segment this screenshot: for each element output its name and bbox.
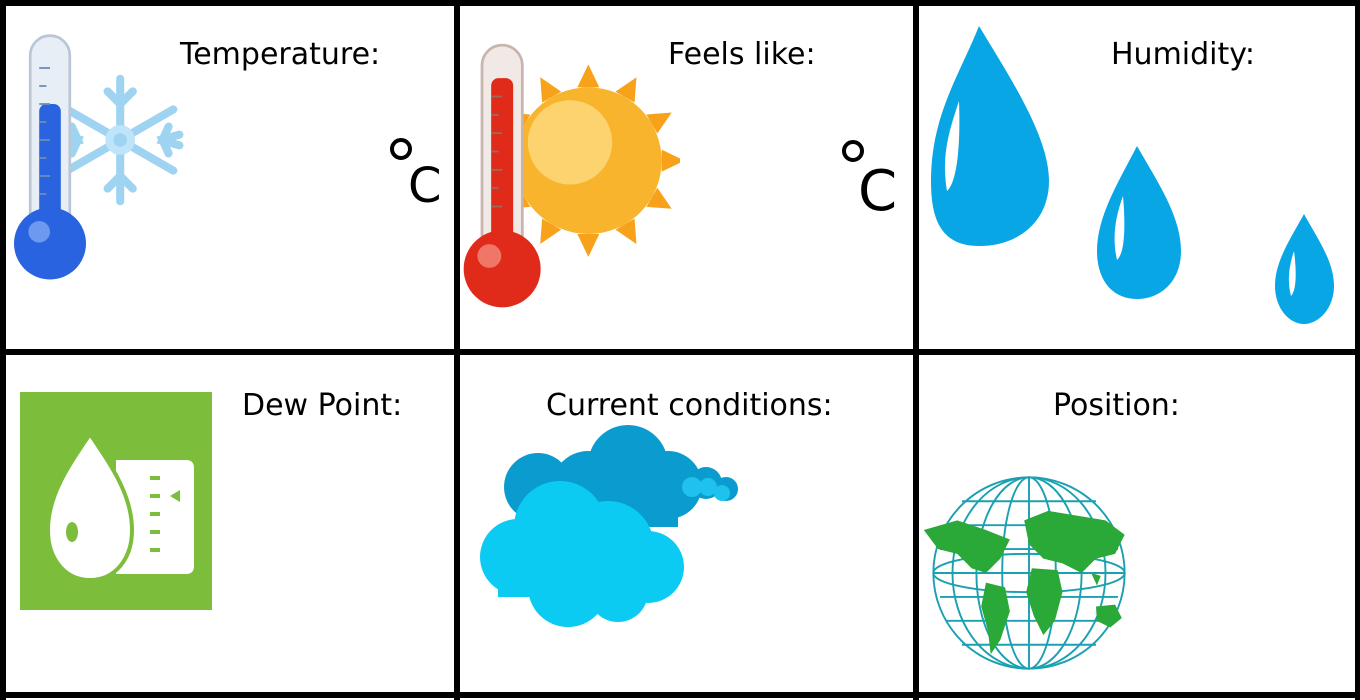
position-label: Position: xyxy=(1053,388,1180,423)
cold-thermometer-icon xyxy=(14,34,184,280)
dew-point-tile: Dew Point: xyxy=(6,355,454,692)
clouds-icon xyxy=(480,425,738,627)
temperature-label: Temperature: xyxy=(180,37,381,72)
grid-line-right xyxy=(1355,0,1360,700)
celsius-unit: C xyxy=(858,159,898,224)
grid-line-bottom xyxy=(0,692,1360,698)
current-conditions-tile: Current conditions: xyxy=(460,355,913,692)
temperature-tile: Temperature: C xyxy=(6,6,454,349)
temperature-unit: C xyxy=(388,134,448,214)
hot-thermometer-sun-icon xyxy=(463,43,680,308)
feels-like-unit: C xyxy=(838,134,908,224)
current-conditions-label: Current conditions: xyxy=(546,388,833,423)
position-tile: Position: xyxy=(919,355,1355,692)
dew-point-icon xyxy=(20,392,212,610)
humidity-label: Humidity: xyxy=(1111,37,1255,72)
dew-point-label: Dew Point: xyxy=(242,388,403,423)
feels-like-tile: Feels like: C xyxy=(460,6,913,349)
humidity-tile: Humidity: xyxy=(919,6,1355,349)
feels-like-label: Feels like: xyxy=(668,37,816,72)
celsius-unit: C xyxy=(408,158,442,214)
globe-icon xyxy=(923,476,1126,670)
degree-symbol xyxy=(390,138,412,160)
